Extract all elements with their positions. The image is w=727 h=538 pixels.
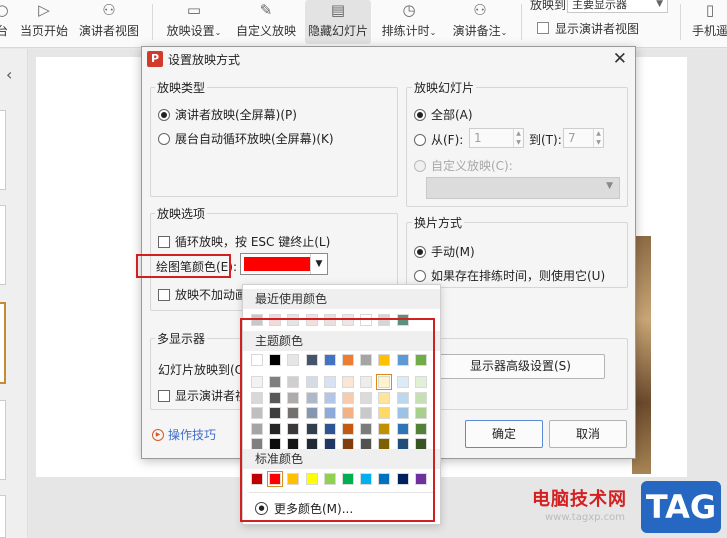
notes-icon: ⚇ (473, 1, 487, 19)
pen-icon: ✎ (259, 1, 273, 19)
advance-timings-option[interactable]: 如果存在排练时间，则使用它(U) (414, 267, 605, 284)
ribbon-divider (521, 4, 522, 40)
ribbon-button-hide-slide[interactable]: ▤ 隐藏幻灯片 (305, 0, 371, 44)
ribbon-toolbar: ○ 台 ▷ 当页开始 ⚇ 演讲者视图 ▭ 放映设置⌄ ✎ 自定义放映 ▤ 隐藏幻… (0, 0, 727, 48)
show-type-option-kiosk[interactable]: 展台自动循环放映(全屏幕)(K) (158, 130, 334, 147)
clock-icon: ◷ (402, 1, 416, 19)
dialog-title-bar: P 设置放映方式 ✕ (142, 47, 635, 71)
to-slide-spinner[interactable]: 7 ▲ ▼ (563, 128, 604, 148)
advance-manual-option[interactable]: 手动(M) (414, 243, 475, 260)
ribbon-button-speaker-notes[interactable]: ⚇ 演讲备注⌄ (449, 0, 511, 44)
dialog-title: 设置放映方式 (168, 53, 241, 67)
ribbon-button-show-settings[interactable]: ▭ 放映设置⌄ (163, 0, 225, 44)
ribbon-divider (152, 4, 153, 40)
radio-unselected[interactable] (158, 132, 170, 145)
highlight-box-label (136, 254, 231, 278)
show-options-title: 放映选项 (155, 205, 208, 222)
presenter-view-check-label: 显示演讲者视图 (555, 22, 640, 36)
phone-icon: ▯ (705, 1, 715, 19)
multi-monitor-title: 多显示器 (155, 330, 208, 347)
chevron-down-icon: ▼ (606, 181, 613, 191)
radio-selected[interactable] (158, 108, 170, 121)
show-slides-title: 放映幻灯片 (412, 79, 477, 96)
from-slide-spinner[interactable]: 1 ▲ ▼ (469, 128, 524, 148)
recent-colors-header: 最近使用颜色 (243, 289, 440, 309)
no-animation-option[interactable]: 放映不加动画 (158, 286, 247, 303)
show-type-title: 放映类型 (155, 79, 208, 96)
ribbon-button-start[interactable]: ○ 台 (0, 0, 10, 44)
ok-button[interactable]: 确定 (465, 420, 543, 448)
slides-option-all[interactable]: 全部(A) (414, 106, 473, 123)
to-label: 到(T): (529, 133, 562, 147)
cancel-button[interactable]: 取消 (549, 420, 627, 448)
slides-option-custom: 自定义放映(C): (414, 157, 513, 174)
watermark-url: www.tagxp.com (545, 512, 625, 523)
ribbon-button-custom-show[interactable]: ✎ 自定义放映 (234, 0, 298, 44)
slide-thumbnail[interactable] (0, 495, 6, 538)
chevron-down-icon[interactable]: ▼ (310, 254, 327, 274)
radio-disabled (414, 159, 426, 172)
checkbox[interactable] (158, 389, 170, 402)
hide-slide-icon: ▤ (330, 1, 346, 19)
checkbox[interactable] (158, 288, 170, 301)
radio-unselected[interactable] (414, 133, 426, 146)
slide-thumbnail[interactable] (0, 110, 6, 190)
watermark-site-name: 电脑技术网 (532, 489, 627, 510)
settings-screen-icon: ▭ (186, 1, 202, 19)
watermark-tag-logo: TAG (641, 481, 721, 533)
ribbon-divider (680, 4, 681, 40)
highlight-box-popup (240, 318, 435, 522)
close-icon[interactable]: ✕ (613, 49, 627, 69)
presenter-view-option[interactable]: 显示演讲者视 (158, 387, 247, 404)
play-icon: ○ (0, 1, 9, 19)
play-current-icon: ▷ (38, 1, 50, 19)
radio-selected[interactable] (414, 108, 426, 121)
checkbox[interactable] (158, 235, 170, 248)
monitor-label: 放映到 (530, 0, 567, 12)
presenter-icon: ⚇ (102, 1, 116, 19)
ribbon-button-phone-remote[interactable]: ▯ 手机遥 (690, 0, 727, 44)
chevron-down-icon: ▼ (656, 0, 663, 9)
monitor-select[interactable]: 主要显示器 ▼ (567, 0, 668, 13)
ribbon-button-from-current[interactable]: ▷ 当页开始 (17, 0, 71, 44)
slide-thumbnail-selected[interactable] (0, 302, 6, 384)
spinner-arrows-icon[interactable]: ▲ ▼ (513, 129, 523, 147)
custom-show-select: ▼ (426, 177, 620, 199)
collapse-pane-icon[interactable]: ‹ (6, 65, 12, 84)
presenter-view-checkbox[interactable] (537, 22, 549, 34)
slides-option-from[interactable]: 从(F): (414, 131, 463, 148)
loop-until-esc-option[interactable]: 循环放映，按 ESC 键终止(L) (158, 233, 330, 250)
spinner-arrows-icon[interactable]: ▲ ▼ (593, 129, 603, 147)
show-on-label: 幻灯片放映到(O (158, 363, 245, 377)
slide-thumbnail[interactable] (0, 205, 6, 285)
ribbon-button-presenter-view[interactable]: ⚇ 演讲者视图 (76, 0, 142, 44)
operation-tips-link[interactable]: ▶ 操作技巧 (152, 426, 216, 443)
pen-color-select[interactable]: ▼ (240, 253, 328, 275)
app-logo-icon: P (147, 51, 163, 67)
pen-color-swatch (244, 257, 310, 271)
ribbon-button-rehearse-timing[interactable]: ◷ 排练计时⌄ (378, 0, 440, 44)
radio-unselected[interactable] (414, 269, 426, 282)
radio-selected[interactable] (414, 245, 426, 258)
slide-thumbnail[interactable] (0, 400, 6, 480)
play-circle-icon: ▶ (152, 428, 164, 441)
show-type-option-presenter[interactable]: 演讲者放映(全屏幕)(P) (158, 106, 297, 123)
monitor-advanced-settings-button[interactable]: 显示器高级设置(S) (436, 354, 605, 379)
advance-slides-title: 换片方式 (412, 214, 465, 231)
